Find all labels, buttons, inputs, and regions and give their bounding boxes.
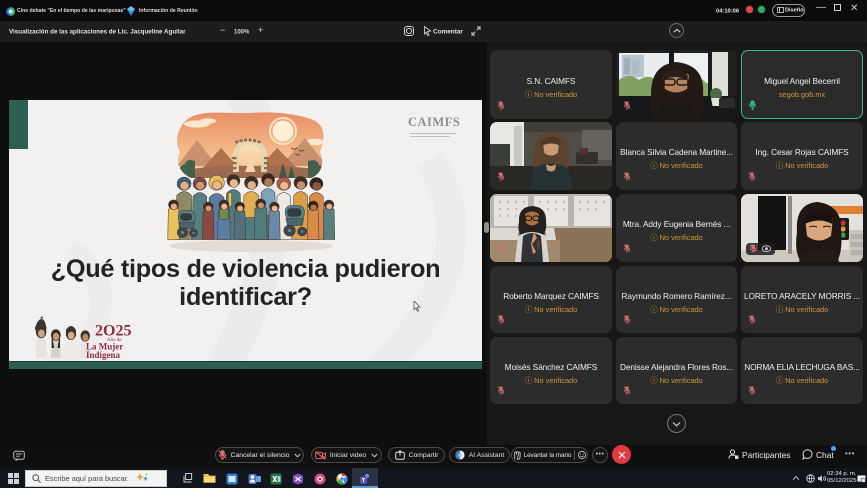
svg-text:Indígena: Indígena [86,350,121,360]
svg-text:2O25: 2O25 [95,323,131,340]
